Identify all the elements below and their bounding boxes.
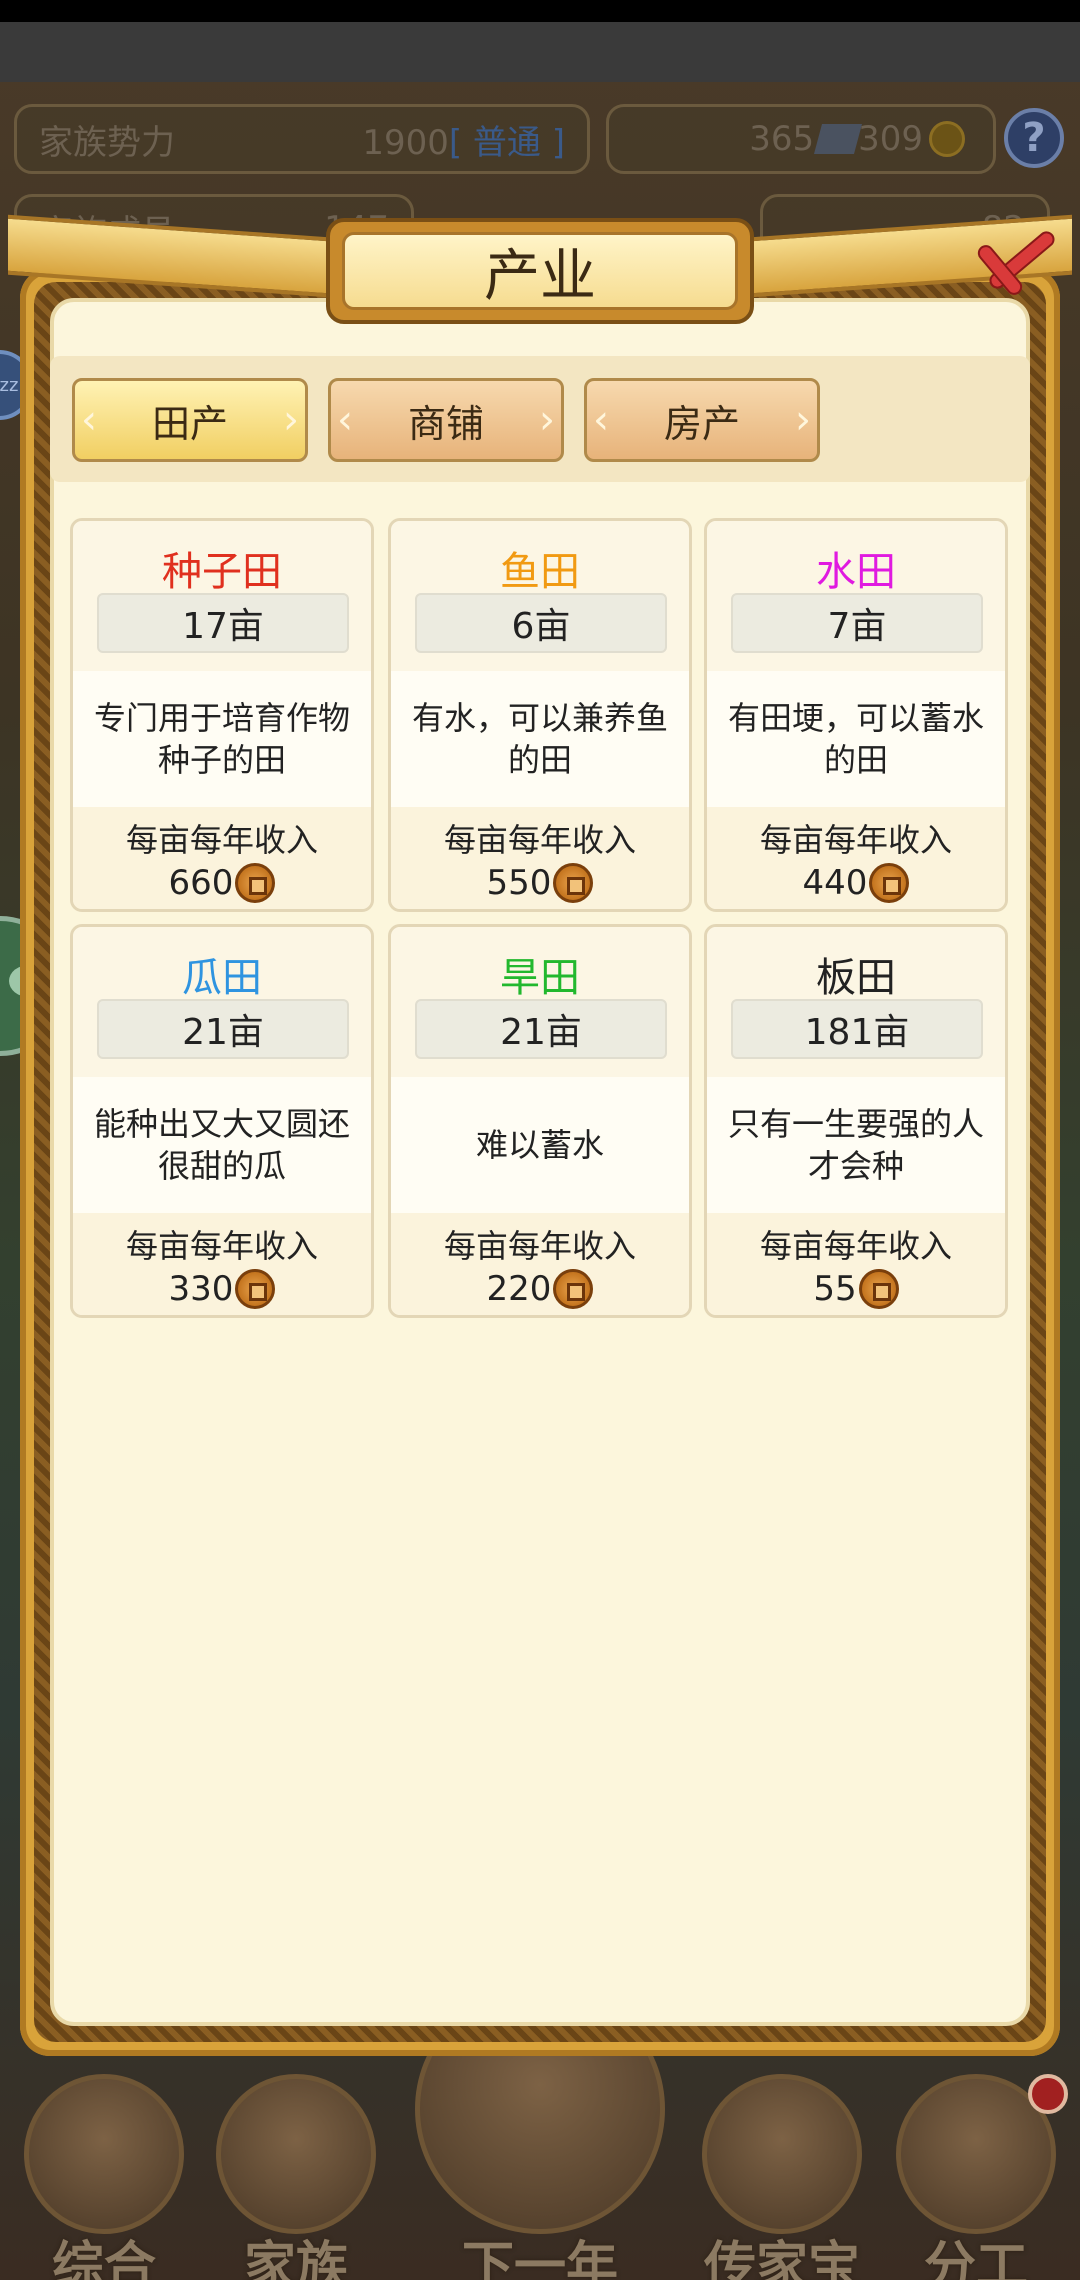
- card-area: 21亩: [415, 999, 667, 1059]
- card-header: 旱田 21亩: [391, 927, 689, 1077]
- card-income-value: 55: [813, 1269, 857, 1309]
- house-icon: [216, 2074, 376, 2234]
- card-name: 瓜田: [182, 955, 262, 1001]
- tab-property[interactable]: 房产: [584, 378, 820, 462]
- bottom-nav: 综合 家族 下一年 传家宝 分工: [0, 1984, 1080, 2280]
- farmland-card[interactable]: 板田 181亩 只有一生要强的人才会种 每亩每年收入 55: [704, 924, 1008, 1318]
- tab-strip: 田产 商铺 房产: [50, 356, 1030, 482]
- family-power-rank: [ 普通 ]: [448, 122, 565, 163]
- card-header: 鱼田 6亩: [391, 521, 689, 671]
- farmland-card[interactable]: 水田 7亩 有田埂，可以蓄水的田 每亩每年收入 440: [704, 518, 1008, 912]
- card-description: 只有一生要强的人才会种: [707, 1077, 1005, 1213]
- card-area: 181亩: [731, 999, 983, 1059]
- farmland-card[interactable]: 旱田 21亩 难以蓄水 每亩每年收入 220: [388, 924, 692, 1318]
- scroll-icon: [24, 2074, 184, 2234]
- notification-dot: [1028, 2074, 1068, 2114]
- status-bar: [0, 0, 1080, 22]
- card-income-value: 440: [802, 863, 868, 903]
- currency-box: 365 309: [606, 104, 996, 174]
- nav-division-label: 分工: [923, 2237, 1028, 2280]
- coin-icon: [929, 121, 965, 157]
- card-income-value: 660: [168, 863, 234, 903]
- farmland-card[interactable]: 鱼田 6亩 有水，可以兼养鱼的田 每亩每年收入 550: [388, 518, 692, 912]
- card-area: 21亩: [97, 999, 349, 1059]
- jade-icon: [702, 2074, 862, 2234]
- family-power-box: 家族势力 1900[ 普通 ]: [14, 104, 590, 174]
- card-income: 每亩每年收入 55: [707, 1213, 1005, 1315]
- background-top-strip: [0, 22, 1080, 82]
- card-description: 难以蓄水: [391, 1077, 689, 1213]
- card-income-value: 330: [168, 1269, 234, 1309]
- nav-heirloom-label: 传家宝: [703, 2237, 860, 2280]
- farmland-card[interactable]: 瓜田 21亩 能种出又大又圆还很甜的瓜 每亩每年收入 330: [70, 924, 374, 1318]
- card-description: 专门用于培育作物种子的田: [73, 671, 371, 807]
- card-income-value: 550: [486, 863, 552, 903]
- nav-next-year[interactable]: 下一年: [400, 1984, 680, 2280]
- card-name: 鱼田: [500, 549, 580, 595]
- card-income-label: 每亩每年收入: [759, 1227, 952, 1265]
- tab-farmland[interactable]: 田产: [72, 378, 308, 462]
- modal-title-plaque: 产业: [326, 218, 754, 324]
- card-area: 7亩: [731, 593, 983, 653]
- currency-2-value: 309: [858, 119, 923, 159]
- coin-icon: [858, 1269, 899, 1309]
- help-question-icon[interactable]: ?: [1004, 108, 1064, 168]
- modal-title: 产业: [342, 232, 738, 310]
- card-income-label: 每亩每年收入: [759, 821, 952, 859]
- coin-icon: [553, 1269, 594, 1309]
- family-power-label: 家族势力: [39, 122, 175, 163]
- ingot-icon: [814, 124, 863, 154]
- card-income: 每亩每年收入 220: [391, 1213, 689, 1315]
- currency-1-value: 365: [749, 119, 815, 159]
- nav-heirloom[interactable]: 传家宝: [692, 2074, 872, 2280]
- card-header: 瓜田 21亩: [73, 927, 371, 1077]
- card-header: 种子田 17亩: [73, 521, 371, 671]
- coin-icon: [553, 863, 594, 903]
- card-income-label: 每亩每年收入: [125, 1227, 318, 1265]
- family-power-value: 1900: [362, 122, 449, 163]
- card-income-value: 220: [486, 1269, 552, 1309]
- coin-icon: [235, 863, 276, 903]
- nav-family[interactable]: 家族: [206, 2074, 386, 2280]
- farmland-card[interactable]: 种子田 17亩 专门用于培育作物种子的田 每亩每年收入 660: [70, 518, 374, 912]
- card-income-label: 每亩每年收入: [125, 821, 318, 859]
- card-name: 水田: [816, 549, 896, 595]
- coin-icon: [235, 1269, 276, 1309]
- card-area: 17亩: [97, 593, 349, 653]
- card-name: 旱田: [500, 955, 580, 1001]
- nav-family-label: 家族: [243, 2237, 348, 2280]
- card-header: 水田 7亩: [707, 521, 1005, 671]
- coin-icon: [869, 863, 910, 903]
- card-income: 每亩每年收入 550: [391, 807, 689, 909]
- card-income-label: 每亩每年收入: [443, 821, 636, 859]
- card-name: 板田: [816, 955, 896, 1001]
- nav-general[interactable]: 综合: [14, 2074, 194, 2280]
- card-description: 有水，可以兼养鱼的田: [391, 671, 689, 807]
- card-income-label: 每亩每年收入: [443, 1227, 636, 1265]
- card-description: 能种出又大又圆还很甜的瓜: [73, 1077, 371, 1213]
- tab-shops[interactable]: 商铺: [328, 378, 564, 462]
- nav-next-year-label: 下一年: [461, 2237, 618, 2280]
- card-income: 每亩每年收入 660: [73, 807, 371, 909]
- card-name: 种子田: [162, 549, 282, 595]
- card-description: 有田埂，可以蓄水的田: [707, 671, 1005, 807]
- card-header: 板田 181亩: [707, 927, 1005, 1077]
- card-income: 每亩每年收入 440: [707, 807, 1005, 909]
- card-area: 6亩: [415, 593, 667, 653]
- nav-general-label: 综合: [51, 2237, 156, 2280]
- close-icon[interactable]: [952, 214, 1062, 314]
- card-income: 每亩每年收入 330: [73, 1213, 371, 1315]
